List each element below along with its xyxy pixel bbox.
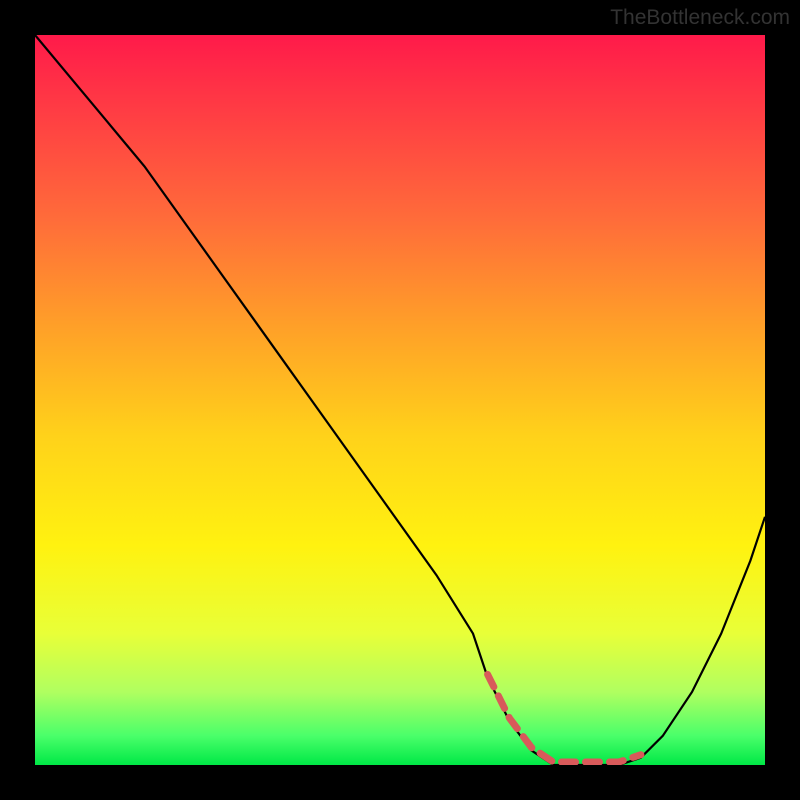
curve-layer: [35, 35, 765, 765]
bottleneck-curve: [35, 35, 765, 765]
highlight-segment: [488, 674, 641, 762]
plot-area: [35, 35, 765, 765]
watermark-text: TheBottleneck.com: [610, 6, 790, 30]
chart-container: TheBottleneck.com: [0, 0, 800, 800]
